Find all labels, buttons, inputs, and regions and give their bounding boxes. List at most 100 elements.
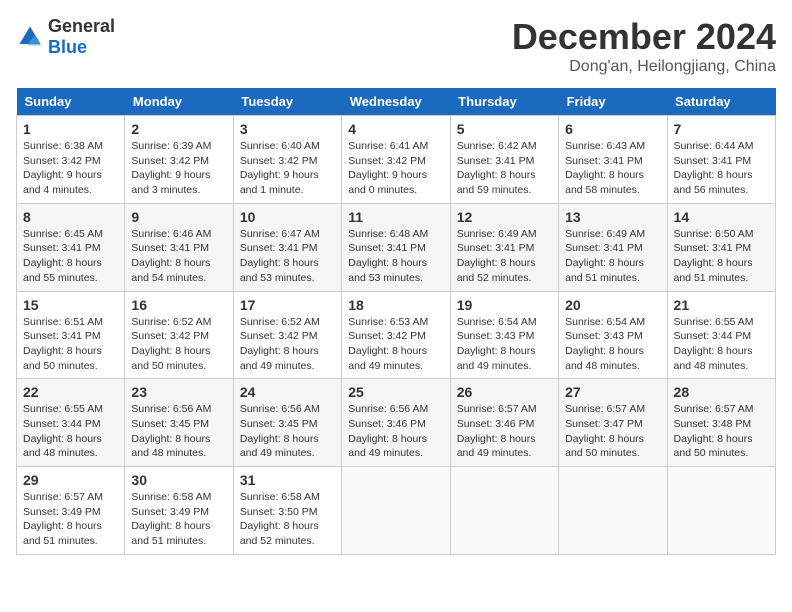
daylight-label: Daylight: 8 hours and 51 minutes.: [565, 257, 644, 284]
day-info: Sunrise: 6:57 AM Sunset: 3:48 PM Dayligh…: [674, 402, 769, 461]
sunrise-label: Sunrise: 6:54 AM: [457, 316, 537, 328]
daylight-label: Daylight: 8 hours and 50 minutes.: [23, 345, 102, 372]
sunset-label: Sunset: 3:42 PM: [240, 155, 318, 167]
title-area: December 2024 Dong'an, Heilongjiang, Chi…: [512, 16, 776, 76]
day-number: 22: [23, 384, 118, 400]
day-info: Sunrise: 6:57 AM Sunset: 3:46 PM Dayligh…: [457, 402, 552, 461]
calendar-cell: 15 Sunrise: 6:51 AM Sunset: 3:41 PM Dayl…: [17, 291, 125, 379]
sunrise-label: Sunrise: 6:47 AM: [240, 228, 320, 240]
day-info: Sunrise: 6:56 AM Sunset: 3:46 PM Dayligh…: [348, 402, 443, 461]
location-title: Dong'an, Heilongjiang, China: [512, 58, 776, 76]
sunrise-label: Sunrise: 6:44 AM: [674, 140, 754, 152]
calendar-cell: 6 Sunrise: 6:43 AM Sunset: 3:41 PM Dayli…: [559, 116, 667, 204]
sunset-label: Sunset: 3:41 PM: [457, 242, 535, 254]
weekday-header: Thursday: [450, 88, 558, 116]
day-info: Sunrise: 6:42 AM Sunset: 3:41 PM Dayligh…: [457, 139, 552, 198]
day-number: 29: [23, 472, 118, 488]
sunset-label: Sunset: 3:42 PM: [348, 155, 426, 167]
day-number: 25: [348, 384, 443, 400]
day-number: 27: [565, 384, 660, 400]
sunrise-label: Sunrise: 6:45 AM: [23, 228, 103, 240]
day-info: Sunrise: 6:52 AM Sunset: 3:42 PM Dayligh…: [240, 315, 335, 374]
day-info: Sunrise: 6:47 AM Sunset: 3:41 PM Dayligh…: [240, 227, 335, 286]
calendar-cell: 14 Sunrise: 6:50 AM Sunset: 3:41 PM Dayl…: [667, 203, 775, 291]
calendar-week-row: 15 Sunrise: 6:51 AM Sunset: 3:41 PM Dayl…: [17, 291, 776, 379]
daylight-label: Daylight: 8 hours and 48 minutes.: [23, 433, 102, 460]
daylight-label: Daylight: 8 hours and 50 minutes.: [131, 345, 210, 372]
sunset-label: Sunset: 3:41 PM: [240, 242, 318, 254]
daylight-label: Daylight: 8 hours and 53 minutes.: [348, 257, 427, 284]
calendar-cell: 4 Sunrise: 6:41 AM Sunset: 3:42 PM Dayli…: [342, 116, 450, 204]
header: General Blue December 2024 Dong'an, Heil…: [16, 16, 776, 76]
sunrise-label: Sunrise: 6:52 AM: [131, 316, 211, 328]
sunset-label: Sunset: 3:42 PM: [131, 155, 209, 167]
sunrise-label: Sunrise: 6:57 AM: [565, 403, 645, 415]
sunrise-label: Sunrise: 6:57 AM: [674, 403, 754, 415]
sunset-label: Sunset: 3:41 PM: [674, 155, 752, 167]
sunrise-label: Sunrise: 6:53 AM: [348, 316, 428, 328]
daylight-label: Daylight: 8 hours and 50 minutes.: [674, 433, 753, 460]
calendar-cell: 12 Sunrise: 6:49 AM Sunset: 3:41 PM Dayl…: [450, 203, 558, 291]
weekday-header: Sunday: [17, 88, 125, 116]
sunset-label: Sunset: 3:43 PM: [565, 330, 643, 342]
sunrise-label: Sunrise: 6:50 AM: [674, 228, 754, 240]
sunset-label: Sunset: 3:41 PM: [565, 242, 643, 254]
weekday-header-row: SundayMondayTuesdayWednesdayThursdayFrid…: [17, 88, 776, 116]
daylight-label: Daylight: 8 hours and 49 minutes.: [240, 433, 319, 460]
sunrise-label: Sunrise: 6:40 AM: [240, 140, 320, 152]
sunrise-label: Sunrise: 6:39 AM: [131, 140, 211, 152]
daylight-label: Daylight: 8 hours and 49 minutes.: [348, 433, 427, 460]
day-info: Sunrise: 6:56 AM Sunset: 3:45 PM Dayligh…: [131, 402, 226, 461]
day-number: 31: [240, 472, 335, 488]
sunset-label: Sunset: 3:45 PM: [240, 418, 318, 430]
calendar-cell: 30 Sunrise: 6:58 AM Sunset: 3:49 PM Dayl…: [125, 467, 233, 555]
daylight-label: Daylight: 8 hours and 48 minutes.: [131, 433, 210, 460]
calendar-cell: [342, 467, 450, 555]
day-number: 11: [348, 209, 443, 225]
sunrise-label: Sunrise: 6:58 AM: [131, 491, 211, 503]
day-number: 4: [348, 121, 443, 137]
day-number: 3: [240, 121, 335, 137]
daylight-label: Daylight: 8 hours and 52 minutes.: [240, 520, 319, 547]
day-info: Sunrise: 6:38 AM Sunset: 3:42 PM Dayligh…: [23, 139, 118, 198]
day-info: Sunrise: 6:54 AM Sunset: 3:43 PM Dayligh…: [457, 315, 552, 374]
daylight-label: Daylight: 8 hours and 50 minutes.: [565, 433, 644, 460]
day-number: 24: [240, 384, 335, 400]
logo-general-text: General: [48, 16, 115, 36]
day-number: 19: [457, 297, 552, 313]
calendar-cell: 22 Sunrise: 6:55 AM Sunset: 3:44 PM Dayl…: [17, 379, 125, 467]
weekday-header: Monday: [125, 88, 233, 116]
day-info: Sunrise: 6:44 AM Sunset: 3:41 PM Dayligh…: [674, 139, 769, 198]
day-info: Sunrise: 6:57 AM Sunset: 3:49 PM Dayligh…: [23, 490, 118, 549]
sunset-label: Sunset: 3:42 PM: [23, 155, 101, 167]
day-number: 13: [565, 209, 660, 225]
sunrise-label: Sunrise: 6:46 AM: [131, 228, 211, 240]
weekday-header: Saturday: [667, 88, 775, 116]
day-number: 6: [565, 121, 660, 137]
calendar-week-row: 1 Sunrise: 6:38 AM Sunset: 3:42 PM Dayli…: [17, 116, 776, 204]
daylight-label: Daylight: 8 hours and 52 minutes.: [457, 257, 536, 284]
weekday-header: Friday: [559, 88, 667, 116]
sunrise-label: Sunrise: 6:38 AM: [23, 140, 103, 152]
day-number: 8: [23, 209, 118, 225]
day-info: Sunrise: 6:40 AM Sunset: 3:42 PM Dayligh…: [240, 139, 335, 198]
sunset-label: Sunset: 3:49 PM: [23, 506, 101, 518]
day-info: Sunrise: 6:49 AM Sunset: 3:41 PM Dayligh…: [457, 227, 552, 286]
daylight-label: Daylight: 9 hours and 1 minute.: [240, 169, 319, 196]
sunrise-label: Sunrise: 6:54 AM: [565, 316, 645, 328]
daylight-label: Daylight: 8 hours and 51 minutes.: [674, 257, 753, 284]
day-info: Sunrise: 6:54 AM Sunset: 3:43 PM Dayligh…: [565, 315, 660, 374]
calendar-cell: 10 Sunrise: 6:47 AM Sunset: 3:41 PM Dayl…: [233, 203, 341, 291]
sunrise-label: Sunrise: 6:57 AM: [23, 491, 103, 503]
calendar-cell: 28 Sunrise: 6:57 AM Sunset: 3:48 PM Dayl…: [667, 379, 775, 467]
sunrise-label: Sunrise: 6:49 AM: [565, 228, 645, 240]
sunrise-label: Sunrise: 6:58 AM: [240, 491, 320, 503]
day-number: 18: [348, 297, 443, 313]
sunset-label: Sunset: 3:42 PM: [131, 330, 209, 342]
calendar-cell: [667, 467, 775, 555]
day-number: 23: [131, 384, 226, 400]
weekday-header: Wednesday: [342, 88, 450, 116]
daylight-label: Daylight: 8 hours and 49 minutes.: [457, 345, 536, 372]
day-number: 16: [131, 297, 226, 313]
calendar-cell: 2 Sunrise: 6:39 AM Sunset: 3:42 PM Dayli…: [125, 116, 233, 204]
